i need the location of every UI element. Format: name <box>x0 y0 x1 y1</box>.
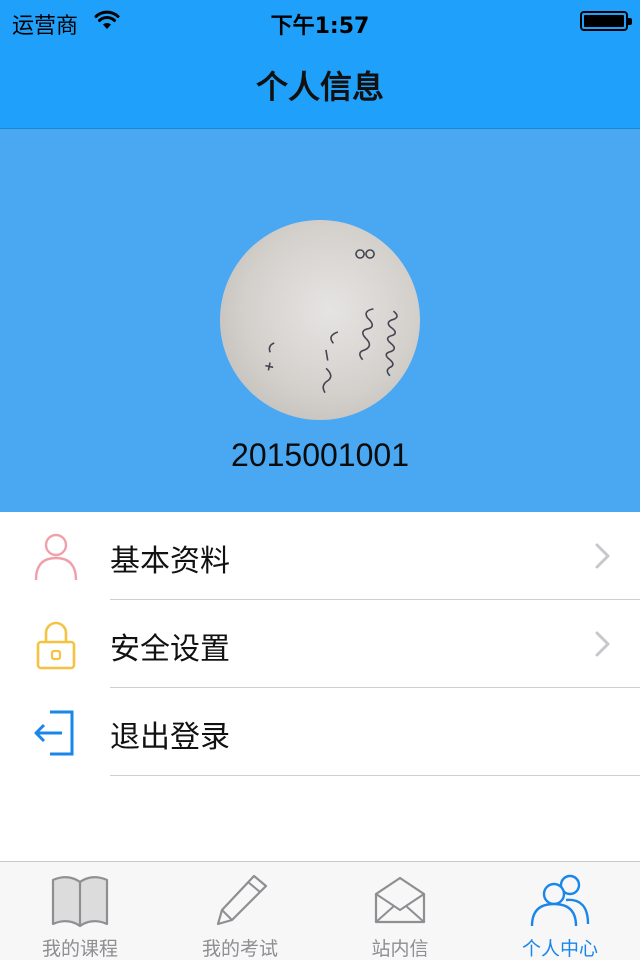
tab-label: 个人中心 <box>521 938 598 960</box>
menu-item-label: 安全设置 <box>110 632 230 667</box>
menu-item-logout[interactable]: 退出登录 <box>0 688 640 776</box>
avatar-handwriting-image <box>265 249 398 394</box>
tab-label: 我的课程 <box>41 938 118 960</box>
student-id: 2015001001 <box>231 437 409 473</box>
tab-my-exams[interactable]: 我的考试 <box>160 862 320 960</box>
page-title: 个人信息 <box>255 68 384 106</box>
battery-icon <box>580 11 632 31</box>
menu-item-label: 基本资料 <box>110 544 230 579</box>
tab-label: 站内信 <box>371 938 429 960</box>
status-bar: 运营商 下午1:57 <box>0 0 640 40</box>
menu-item-security[interactable]: 安全设置 <box>0 600 640 688</box>
tab-bar: 我的课程 我的考试 站内信 个人中心 <box>0 861 640 960</box>
avatar[interactable] <box>220 220 420 420</box>
menu-item-basic-info[interactable]: 基本资料 <box>0 512 640 600</box>
lock-icon <box>36 621 76 670</box>
menu-divider <box>110 775 640 776</box>
nav-bar: 运营商 下午1:57 个人信息 <box>0 0 640 128</box>
profile-header: 2015001001 <box>0 129 640 512</box>
user-icon <box>34 533 78 581</box>
tab-inbox[interactable]: 站内信 <box>320 862 480 960</box>
mail-icon <box>374 876 426 924</box>
tab-personal-center[interactable]: 个人中心 <box>480 862 640 960</box>
people-icon <box>530 874 590 927</box>
settings-menu: 基本资料 安全设置 退出登录 <box>0 512 640 776</box>
tab-label: 我的考试 <box>201 938 278 960</box>
tab-my-courses[interactable]: 我的课程 <box>0 862 160 960</box>
menu-item-label: 退出登录 <box>110 720 230 755</box>
logout-icon <box>34 710 74 756</box>
status-time: 下午1:57 <box>270 14 370 39</box>
book-icon <box>51 876 109 928</box>
chevron-right-icon <box>595 631 610 657</box>
pencil-icon <box>216 874 268 926</box>
chevron-right-icon <box>595 543 610 569</box>
